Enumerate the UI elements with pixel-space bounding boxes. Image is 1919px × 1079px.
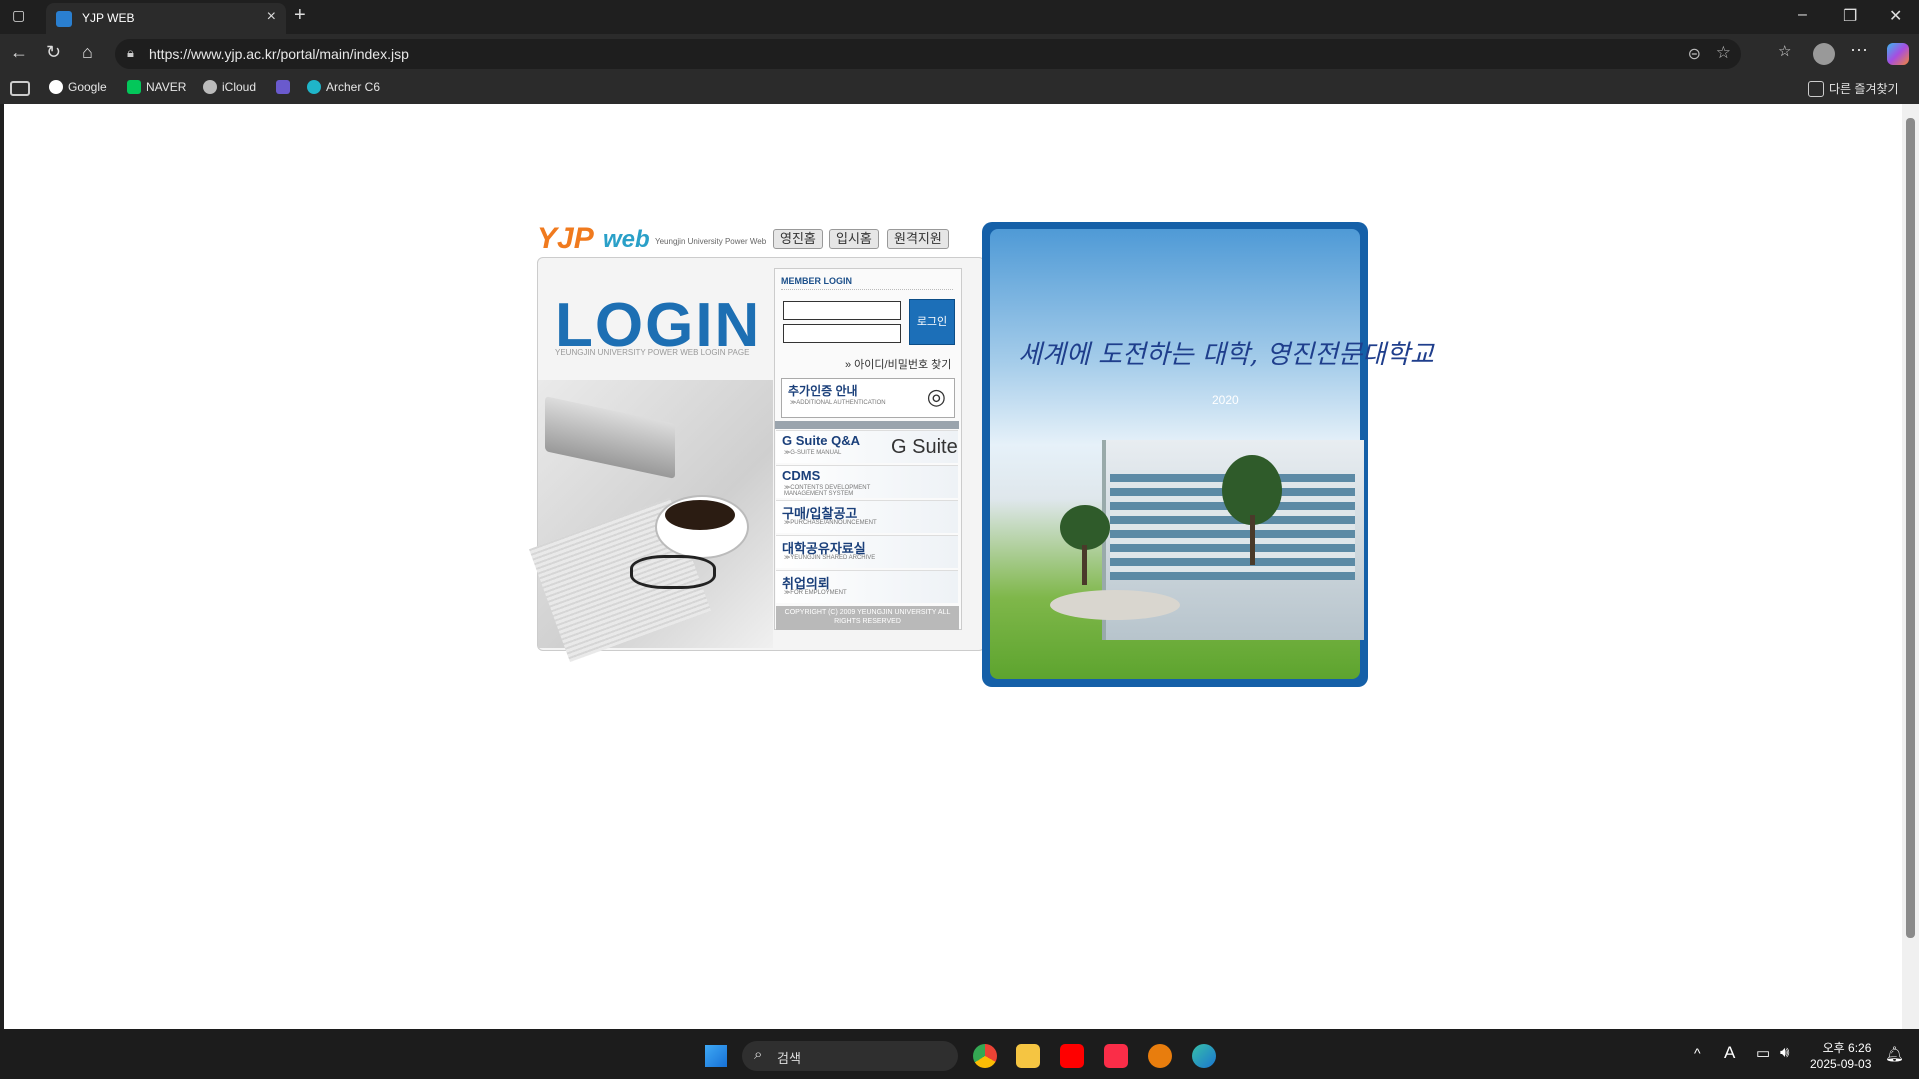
login-button[interactable]: 로그인	[909, 299, 955, 345]
apple-icon	[203, 80, 217, 94]
refresh-icon[interactable]: ↻	[46, 42, 61, 63]
apple-music-icon[interactable]	[1104, 1044, 1128, 1068]
network-icon[interactable]: ▭	[1756, 1044, 1770, 1062]
input-method-icon[interactable]: A	[1724, 1043, 1735, 1063]
close-window-icon[interactable]: ✕	[1889, 6, 1902, 26]
other-bookmarks[interactable]: 다른 즐겨찾기	[1808, 80, 1899, 97]
fingerprint-icon: ◎	[926, 384, 946, 409]
minimize-icon[interactable]: –	[1798, 6, 1807, 24]
auth-title: 추가인증 안내	[788, 384, 858, 398]
clock-time: 오후 6:26	[1822, 1041, 1872, 1055]
blender-icon[interactable]	[1148, 1044, 1172, 1068]
tplink-icon	[307, 80, 321, 94]
menu-title: CDMS	[782, 468, 821, 483]
gsuite-logo: G Suite	[891, 436, 958, 458]
menu-employment[interactable]: 취업의뢰 ≫FOR EMPLOYMENT	[776, 570, 958, 603]
google-icon	[49, 80, 63, 94]
more-menu-icon[interactable]: ⋯	[1850, 40, 1868, 61]
web-logo: web	[603, 226, 650, 253]
auth-sub: ≫ADDITIONAL AUTHENTICATION	[790, 400, 886, 406]
tree-trunk	[1250, 515, 1255, 565]
collections-icon[interactable]	[10, 81, 30, 96]
search-placeholder: 검색	[777, 1051, 801, 1066]
title-bar	[0, 0, 1919, 34]
campus-slogan-sub: 2020	[1212, 393, 1239, 407]
login-subheading: YEUNGJIN UNIVERSITY POWER WEB LOGIN PAGE	[555, 348, 750, 357]
tree	[1060, 505, 1110, 550]
tab-actions-icon[interactable]: ▢	[12, 7, 25, 24]
system-clock[interactable]: 오후 6:26 2025-09-03	[1810, 1040, 1871, 1072]
back-icon[interactable]: ←	[10, 42, 28, 63]
naver-icon	[127, 80, 141, 94]
menu-sub: ≫YEUNGJIN SHARED ARCHIVE	[784, 555, 876, 561]
additional-auth-banner[interactable]: 추가인증 안내 ≫ADDITIONAL AUTHENTICATION ◎	[781, 378, 955, 418]
lock-icon[interactable]: 🔒︎	[127, 45, 134, 61]
copilot-icon[interactable]	[1887, 43, 1909, 65]
folder-icon	[1808, 80, 1824, 97]
menu-shared-archive[interactable]: 대학공유자료실 ≫YEUNGJIN SHARED ARCHIVE	[776, 535, 958, 568]
copyright-text: COPYRIGHT (C) 2009 YEUNGJIN UNIVERSITY A…	[776, 606, 959, 630]
home-icon[interactable]: ⌂	[82, 42, 93, 63]
bookmark-label: NAVER	[146, 80, 187, 94]
yjp-logo[interactable]: YJP	[537, 222, 594, 256]
favorite-star-icon[interactable]: ☆	[1716, 43, 1731, 63]
search-icon: ⌕	[754, 1046, 763, 1063]
close-tab-icon[interactable]: ×	[267, 8, 276, 26]
show-hidden-icons-icon[interactable]: ^	[1694, 1045, 1701, 1061]
scrollbar-thumb[interactable]	[1906, 118, 1915, 938]
clock-date: 2025-09-03	[1810, 1057, 1872, 1071]
plaza	[1050, 590, 1180, 620]
bookmark-label: Google	[68, 80, 107, 94]
bookmark-archer[interactable]: Archer C6	[307, 80, 380, 94]
bookmark-shield[interactable]	[276, 80, 290, 94]
taskbar	[0, 1029, 1919, 1079]
menu-sub: ≫CONTENTS DEVELOPMENT MANAGEMENT SYSTEM	[784, 485, 871, 497]
other-bookmarks-label: 다른 즐겨찾기	[1829, 82, 1899, 96]
site-favicon-icon	[56, 11, 72, 27]
menu-purchase[interactable]: 구매/입찰공고 ≫PURCHASE/ANNOUNCEMENT	[776, 500, 958, 533]
menu-sub: ≫PURCHASE/ANNOUNCEMENT	[784, 520, 877, 526]
campus-slogan: 세계에 도전하는 대학, 영진전문대학교	[1018, 340, 1434, 370]
windows-start-icon[interactable]	[705, 1045, 727, 1067]
yeungjin-home-link[interactable]: 영진홈	[773, 229, 823, 249]
member-login-title: MEMBER LOGIN	[781, 276, 852, 286]
tree-trunk	[1082, 545, 1087, 585]
logo-subtitle: Yeungjin University Power Web	[655, 237, 767, 246]
bookmark-label: iCloud	[222, 80, 257, 94]
password-input[interactable]	[783, 324, 901, 343]
bookmark-naver[interactable]: NAVER	[127, 80, 186, 94]
bookmark-google[interactable]: Google	[49, 80, 107, 94]
tab-title: YJP WEB	[82, 11, 135, 25]
bookmark-icloud[interactable]: iCloud	[203, 80, 256, 94]
volume-icon[interactable]: 🔊︎	[1780, 1044, 1789, 1061]
bookmark-label: Archer C6	[326, 80, 381, 94]
browser-tab[interactable]: YJP WEB ×	[46, 3, 286, 34]
reader-mode-icon[interactable]: ⊝	[1688, 44, 1701, 64]
coffee-image	[665, 500, 735, 530]
edge-icon[interactable]	[1192, 1044, 1216, 1068]
profile-avatar[interactable]	[1813, 43, 1835, 65]
menu-title: G Suite Q&A	[782, 433, 861, 448]
remote-support-link[interactable]: 원격지원	[887, 229, 949, 249]
address-bar[interactable]: 🔒︎ https://www.yjp.ac.kr/portal/main/ind…	[115, 39, 1741, 69]
chrome-icon[interactable]	[973, 1044, 997, 1068]
find-account-link[interactable]: » 아이디/비밀번호 찾기	[845, 356, 951, 372]
file-explorer-icon[interactable]	[1016, 1044, 1040, 1068]
taskbar-search[interactable]: ⌕ 검색	[742, 1041, 958, 1071]
admission-home-link[interactable]: 입시홈	[829, 229, 879, 249]
shield-icon	[276, 80, 290, 94]
menu-sub: ≫G-SUITE MANUAL	[784, 450, 842, 456]
divider-strip	[775, 421, 959, 429]
menu-cdms[interactable]: CDMS ≫CONTENTS DEVELOPMENT MANAGEMENT SY…	[776, 465, 958, 498]
url-text[interactable]: https://www.yjp.ac.kr/portal/main/index.…	[149, 46, 409, 62]
new-tab-icon[interactable]: +	[294, 4, 306, 27]
menu-sub: ≫FOR EMPLOYMENT	[784, 590, 847, 596]
divider	[781, 289, 953, 290]
notification-bell-icon[interactable]: 🔔︎	[1885, 1045, 1904, 1063]
restore-icon[interactable]: ❐	[1843, 6, 1857, 26]
user-id-input[interactable]	[783, 301, 901, 320]
favorites-icon[interactable]: ☆	[1778, 42, 1791, 60]
glasses-image	[630, 555, 716, 589]
youtube-icon[interactable]	[1060, 1044, 1084, 1068]
